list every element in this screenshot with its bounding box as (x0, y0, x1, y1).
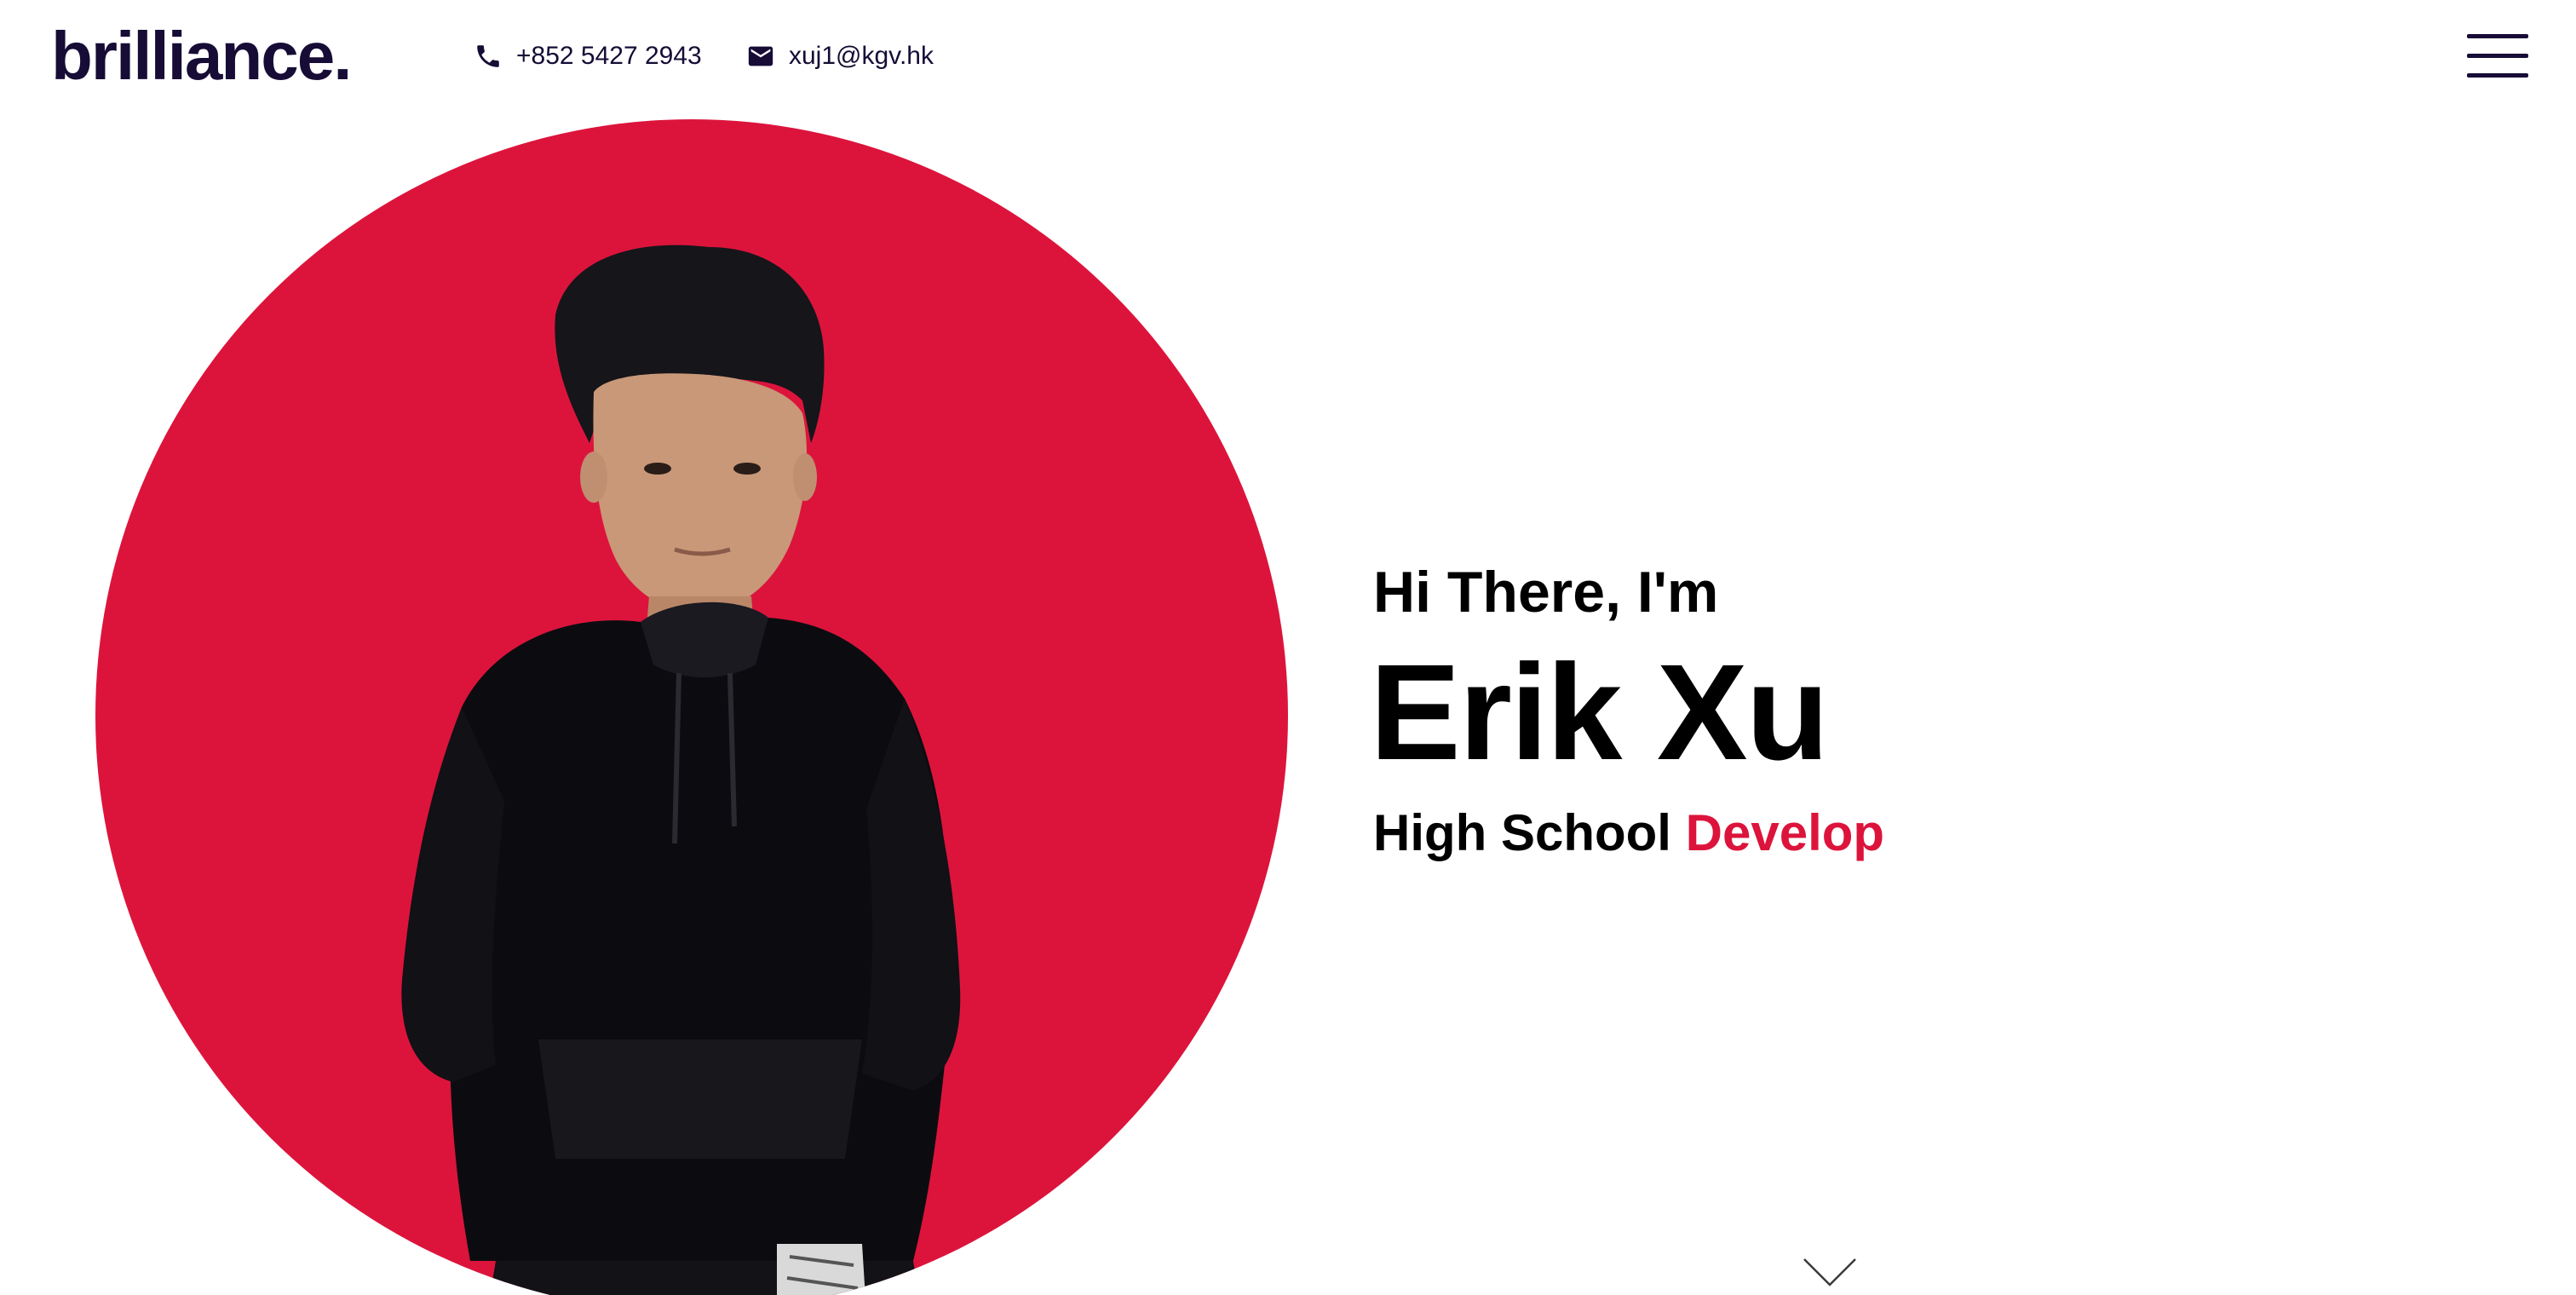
hamburger-menu-icon[interactable] (2467, 31, 2528, 82)
menu-bar (2467, 73, 2528, 78)
role-prefix: High School (1373, 804, 1671, 861)
page: brilliance. +852 5427 2943 xuj1@kgv.hk H… (0, 0, 2576, 1295)
hero-intro: Hi There, I'm Erik Xu High School Develo… (1370, 554, 1884, 869)
hero-greeting: Hi There, I'm (1373, 560, 1719, 624)
email-contact[interactable]: xuj1@kgv.hk (746, 37, 934, 75)
phone-contact[interactable]: +852 5427 2943 (474, 37, 702, 75)
hero-role: High School Develop (1373, 797, 1884, 869)
menu-bar (2467, 34, 2528, 38)
site-logo[interactable]: brilliance. (51, 17, 352, 95)
portrait-photo (401, 245, 961, 1295)
phone-icon (474, 42, 503, 71)
email-address: xuj1@kgv.hk (789, 42, 934, 70)
hero-name: Erik Xu (1370, 636, 1829, 788)
menu-bar (2467, 54, 2528, 58)
hero-circle (95, 119, 1288, 1295)
phone-number: +852 5427 2943 (516, 42, 702, 70)
mail-icon (746, 42, 775, 71)
role-highlight: Develop (1685, 804, 1885, 861)
chevron-down-icon[interactable] (1803, 1258, 1857, 1288)
